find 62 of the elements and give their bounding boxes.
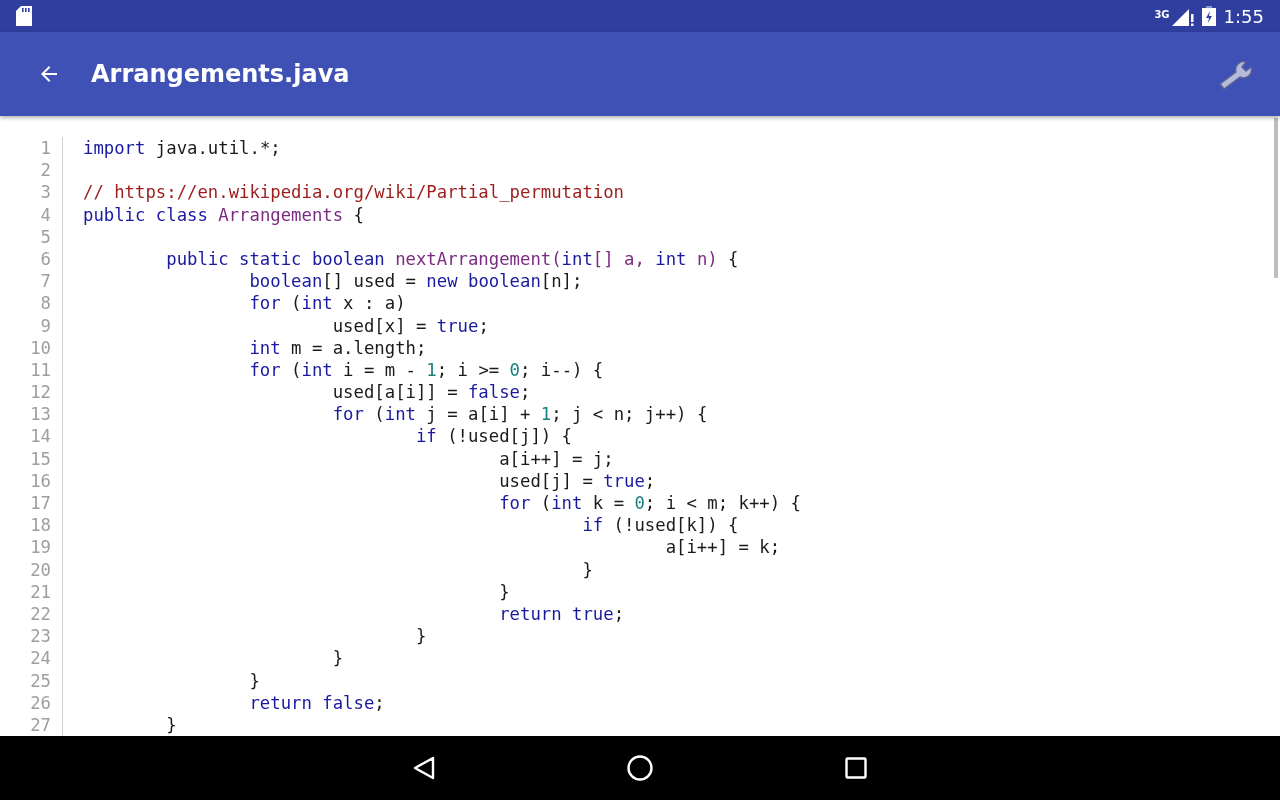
code-line: } bbox=[248, 669, 260, 692]
code-line: int m = a.length; bbox=[248, 336, 427, 359]
code-line: } bbox=[414, 625, 427, 648]
code-line: } bbox=[331, 647, 344, 670]
code-line: } bbox=[581, 558, 593, 581]
code-line: for (int x : a) bbox=[248, 292, 406, 315]
code-line: used[j] = true; bbox=[498, 469, 656, 492]
code-line: return false; bbox=[248, 691, 385, 714]
file-title: Arrangements.java bbox=[91, 59, 350, 90]
line-number: 24 bbox=[30, 648, 51, 669]
code-line: } bbox=[165, 713, 177, 736]
line-number: 15 bbox=[30, 448, 51, 469]
scrollbar[interactable] bbox=[1274, 118, 1278, 278]
line-number: 23 bbox=[30, 626, 51, 647]
network-type: 3G bbox=[1154, 7, 1170, 22]
back-triangle-icon bbox=[413, 756, 435, 780]
line-number: 11 bbox=[30, 359, 51, 380]
line-number: 3 bbox=[40, 182, 51, 203]
line-number: 16 bbox=[30, 470, 51, 491]
line-number: 12 bbox=[30, 382, 51, 403]
code-line: for (int j = a[i] + 1; j < n; j++) { bbox=[331, 403, 708, 426]
line-number: 22 bbox=[30, 603, 51, 624]
line-number: 18 bbox=[30, 515, 51, 536]
code-line: public class Arrangements { bbox=[83, 203, 364, 226]
code-line: used[a[i]] = false; bbox=[331, 381, 531, 404]
code-line: a[i++] = k; bbox=[664, 536, 781, 559]
code-line: public static boolean nextArrangement(int[] a, int n) { bbox=[165, 247, 739, 271]
sd-card-icon bbox=[16, 6, 32, 26]
line-number: 19 bbox=[30, 537, 51, 558]
code-line: import java.util.*; bbox=[83, 137, 281, 160]
code-line: a[i++] = j; bbox=[498, 447, 614, 470]
line-number: 2 bbox=[40, 160, 51, 181]
code-line: // https://en.wikipedia.org/wiki/Partial_permutation bbox=[83, 181, 625, 204]
line-number: 20 bbox=[30, 559, 51, 580]
line-number: 9 bbox=[40, 315, 51, 336]
line-number: 27 bbox=[30, 714, 51, 735]
line-number: 21 bbox=[30, 581, 51, 602]
line-number: 14 bbox=[30, 426, 51, 447]
code-line: if (!used[k]) { bbox=[581, 514, 739, 537]
line-number: 25 bbox=[30, 670, 51, 691]
code-line: for (int k = 0; i < m; k++) { bbox=[498, 492, 801, 515]
line-number: 7 bbox=[40, 271, 51, 292]
line-number: 8 bbox=[40, 293, 51, 314]
recents-square-icon bbox=[845, 757, 867, 779]
line-number: 26 bbox=[30, 692, 51, 713]
line-number: 13 bbox=[30, 404, 51, 425]
code-line: for (int i = m - 1; i >= 0; i--) { bbox=[248, 358, 604, 382]
code-line: return true; bbox=[498, 602, 625, 626]
home-circle-icon bbox=[627, 755, 653, 781]
code-line: boolean[] used = new boolean[n]; bbox=[248, 270, 583, 293]
code-line: used[x] = true; bbox=[331, 314, 489, 337]
clock-time: 1:55 bbox=[1223, 4, 1264, 29]
line-number: 1 bbox=[40, 138, 51, 158]
battery-icon bbox=[1201, 6, 1216, 26]
line-number: 6 bbox=[40, 248, 51, 269]
line-number: 10 bbox=[30, 337, 51, 358]
line-number: 5 bbox=[40, 226, 51, 247]
code-line: } bbox=[498, 580, 510, 603]
line-number: 17 bbox=[30, 493, 51, 513]
line-number: 4 bbox=[40, 204, 51, 225]
code-line: if (!used[j]) { bbox=[414, 425, 572, 448]
home-button[interactable] bbox=[625, 753, 655, 783]
